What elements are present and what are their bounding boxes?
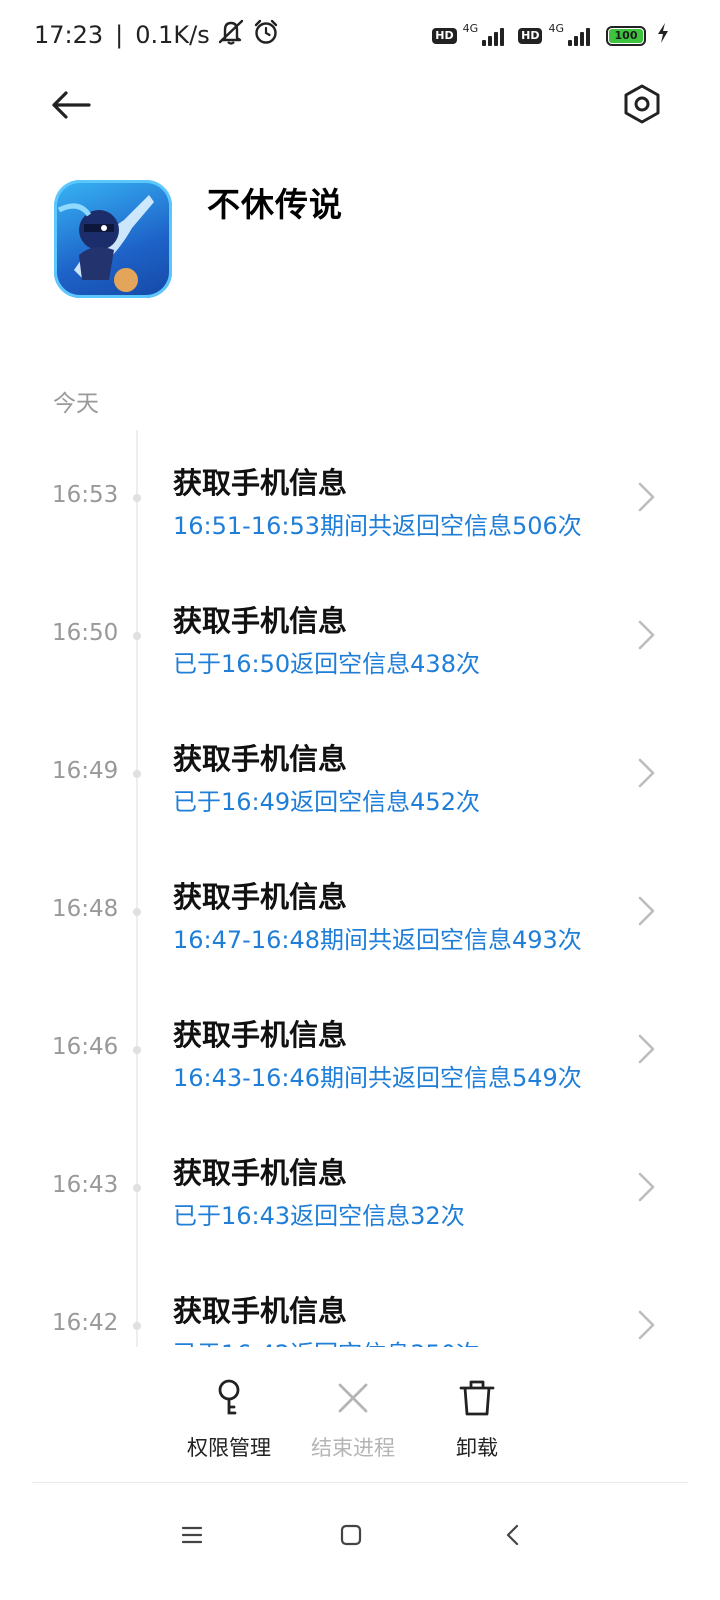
chevron-right-icon [638,620,655,650]
chevron-right-icon [638,482,655,512]
record-time: 16:43 [52,1172,119,1198]
record-time: 16:42 [52,1310,119,1336]
timeline-record[interactable]: 16:48 获取手机信息 16:47-16:48期间共返回空信息493次 [0,844,720,982]
close-icon [298,1378,408,1418]
back-arrow-icon [52,91,91,119]
record-time: 16:48 [52,896,119,922]
record-desc: 16:51-16:53期间共返回空信息506次 [173,512,582,540]
record-desc: 16:47-16:48期间共返回空信息493次 [173,926,582,954]
chevron-right-icon [638,758,655,788]
chevron-right-icon [638,1034,655,1064]
settings-icon [624,84,660,124]
timeline-record[interactable]: 16:46 获取手机信息 16:43-16:46期间共返回空信息549次 [0,982,720,1120]
record-title: 获取手机信息 [173,1018,348,1052]
battery-icon: 100 [606,25,646,46]
record-title: 获取手机信息 [173,1156,348,1190]
navigation-bar [0,1490,720,1600]
record-time: 16:46 [52,1034,119,1060]
app-name: 不休传说 [207,185,343,224]
record-desc: 已于16:42返回空信息350次 [173,1334,480,1347]
permissions-label: 权限管理 [187,1436,271,1460]
status-right: HD 4G HD 4G 100 [432,22,670,49]
key-icon [174,1378,284,1418]
record-time: 16:49 [52,758,119,784]
charging-icon [656,22,670,49]
timeline-dot [133,908,141,916]
timeline-record[interactable]: 16:53 获取手机信息 16:51-16:53期间共返回空信息506次 [0,430,720,568]
signal-icon [568,26,590,46]
chevron-left-icon [506,1524,519,1546]
battery-level: 100 [609,28,643,43]
record-desc: 已于16:49返回空信息452次 [173,788,480,816]
mute-bell-icon [216,18,246,52]
timeline-dot [133,770,141,778]
timeline-record[interactable]: 16:49 获取手机信息 已于16:49返回空信息452次 [0,706,720,844]
record-desc: 已于16:43返回空信息32次 [173,1202,465,1230]
status-bar: 17:23 | 0.1K/s HD 4G HD 4G 100 [0,0,720,68]
record-title: 获取手机信息 [173,466,348,500]
uninstall-label: 卸载 [456,1436,498,1460]
timeline-dot [133,632,141,640]
timeline-record[interactable]: 16:50 获取手机信息 已于16:50返回空信息438次 [0,568,720,706]
home-button[interactable] [321,1510,381,1560]
alarm-clock-icon [252,18,280,52]
record-title: 获取手机信息 [173,604,348,638]
timeline-dot [133,1322,141,1330]
back-button[interactable] [48,82,94,128]
menu-button[interactable] [162,1510,222,1560]
action-bar: 权限管理 结束进程 卸载 [0,1362,720,1482]
timeline-record[interactable]: 16:43 获取手机信息 已于16:43返回空信息32次 [0,1120,720,1258]
hd-badge-1: HD [432,27,457,44]
settings-button[interactable] [620,82,664,126]
record-title: 获取手机信息 [173,742,348,776]
net-speed: 0.1K/s [135,21,210,49]
record-desc: 16:43-16:46期间共返回空信息549次 [173,1064,582,1092]
record-title: 获取手机信息 [173,880,348,914]
record-time: 16:53 [52,482,119,508]
chevron-right-icon [638,1310,655,1340]
app-icon [54,180,172,298]
timeline-dot [133,1046,141,1054]
timeline-dot [133,1184,141,1192]
chevron-right-icon [638,1172,655,1202]
section-label-today: 今天 [53,391,99,417]
timeline-list[interactable]: 16:53 获取手机信息 16:51-16:53期间共返回空信息506次 16:… [0,430,720,1347]
record-title: 获取手机信息 [173,1294,348,1328]
status-time: 17:23 [34,21,104,49]
timeline-dot [133,494,141,502]
network-type-2: 4G [548,22,564,35]
signal-icon [482,26,505,46]
divider [32,1482,688,1483]
chevron-right-icon [638,896,655,926]
uninstall-button[interactable]: 卸载 [422,1378,532,1462]
hd-badge-2: HD [518,27,543,44]
trash-icon [422,1378,532,1418]
end-process-button[interactable]: 结束进程 [298,1378,408,1462]
timeline-record[interactable]: 16:42 获取手机信息 已于16:42返回空信息350次 [0,1258,720,1347]
menu-icon [181,1526,203,1544]
network-type-1: 4G [462,22,479,35]
status-left: 17:23 | 0.1K/s [34,18,280,52]
nav-back-button[interactable] [483,1510,543,1560]
home-square-icon [340,1524,362,1546]
record-desc: 已于16:50返回空信息438次 [173,650,480,678]
status-separator: | [115,21,124,49]
record-time: 16:50 [52,620,119,646]
end-process-label: 结束进程 [311,1436,395,1460]
permissions-button[interactable]: 权限管理 [174,1378,284,1462]
